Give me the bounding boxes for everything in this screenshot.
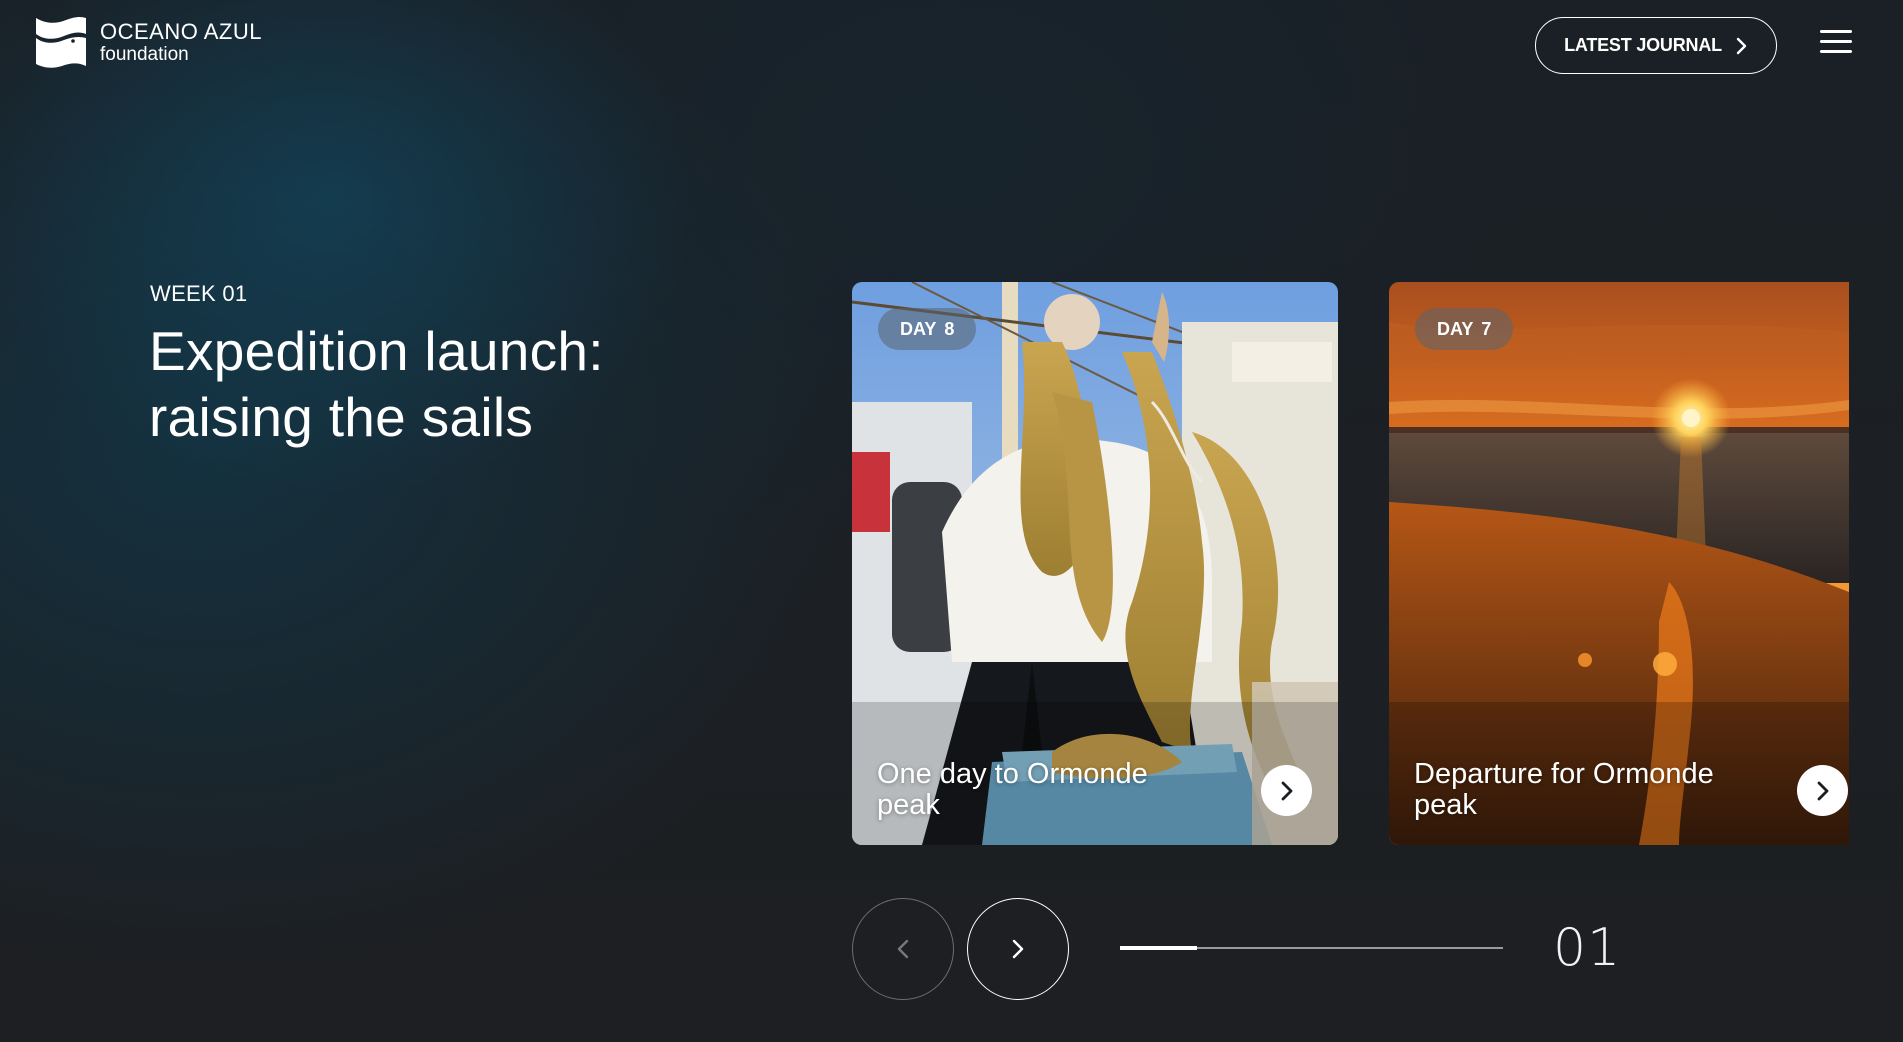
day-badge-number: 7 <box>1481 318 1492 339</box>
chevron-left-icon <box>897 939 909 959</box>
day-badge-label: DAY <box>1437 318 1474 339</box>
slider-progress-fill <box>1120 946 1197 950</box>
chevron-right-icon <box>1736 37 1747 54</box>
slide-counter: 01 <box>1553 918 1622 978</box>
slider-progress-bar <box>1120 946 1503 950</box>
open-card-button[interactable] <box>1797 765 1848 816</box>
page-title: Expedition launch: raising the sails <box>149 320 604 448</box>
logo[interactable]: OCEANO AZUL foundation <box>36 16 262 68</box>
day-badge-number: 8 <box>944 318 955 339</box>
page: OCEANO AZUL foundation LATEST JOURNAL WE… <box>0 0 1903 1042</box>
brand-name: OCEANO AZUL <box>100 18 262 44</box>
day-badge: DAY 7 <box>1415 308 1514 350</box>
hamburger-menu-icon[interactable] <box>1820 30 1852 54</box>
open-card-button[interactable] <box>1261 765 1312 816</box>
card-caption: Departure for Ormonde peak <box>1414 758 1714 821</box>
journal-card-day-8[interactable]: DAY 8 One day to Ormonde peak <box>852 282 1338 845</box>
chevron-right-icon <box>1281 781 1292 800</box>
day-badge-label: DAY <box>900 318 937 339</box>
wave-logo-icon <box>36 16 86 68</box>
latest-journal-label: LATEST JOURNAL <box>1564 35 1722 55</box>
previous-slide-button[interactable] <box>852 898 954 1000</box>
chevron-right-icon <box>1817 781 1828 800</box>
journal-card-day-7[interactable]: DAY 7 Departure for Ormonde peak <box>1389 282 1849 845</box>
next-slide-button[interactable] <box>967 898 1069 1000</box>
day-badge: DAY 8 <box>878 308 977 350</box>
latest-journal-button[interactable]: LATEST JOURNAL <box>1535 17 1777 74</box>
card-caption: One day to Ormonde peak <box>877 758 1148 821</box>
brand-subtitle: foundation <box>100 43 189 65</box>
week-label: WEEK 01 <box>150 281 248 306</box>
chevron-right-icon <box>1012 939 1024 959</box>
